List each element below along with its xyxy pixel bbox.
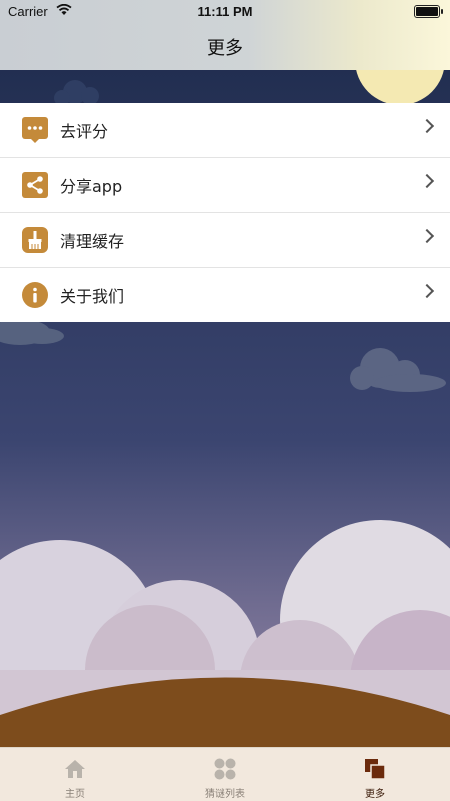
home-icon (65, 760, 85, 778)
more-menu-list: 去评分 分享app 清理缓存 关于我们 (0, 103, 450, 322)
header-bar: Carrier 11:11 PM 更多 (0, 0, 450, 70)
chevron-right-icon (419, 228, 435, 244)
menu-item-about[interactable]: 关于我们 (0, 268, 450, 322)
tab-home[interactable]: 主页 (0, 748, 150, 801)
menu-item-label: 分享app (60, 177, 123, 196)
menu-item-rate[interactable]: 去评分 (0, 103, 450, 158)
tab-riddle-list[interactable]: 猜谜列表 (150, 748, 300, 801)
menu-item-clear-cache[interactable]: 清理缓存 (0, 213, 450, 268)
menu-item-label: 去评分 (60, 122, 109, 141)
status-time: 11:11 PM (197, 4, 253, 19)
chevron-right-icon (419, 283, 435, 299)
more-squares-icon (365, 759, 386, 780)
comment-dots-icon (22, 117, 48, 143)
tab-label: 更多 (365, 789, 385, 800)
battery-icon (414, 5, 443, 18)
status-bar: Carrier 11:11 PM (0, 0, 450, 24)
tab-label: 主页 (65, 789, 85, 800)
info-icon (22, 282, 48, 308)
tab-label: 猜谜列表 (205, 789, 245, 800)
share-icon (22, 172, 48, 198)
page-title: 更多 (207, 38, 243, 59)
menu-item-label: 清理缓存 (60, 232, 125, 251)
tab-more[interactable]: 更多 (300, 748, 450, 801)
grid-icon (214, 758, 236, 780)
tab-bar: 主页 猜谜列表 更多 (0, 747, 450, 801)
menu-item-label: 关于我们 (60, 287, 125, 306)
broom-icon (22, 227, 48, 253)
menu-item-share[interactable]: 分享app (0, 158, 450, 213)
chevron-right-icon (419, 173, 435, 189)
chevron-right-icon (419, 118, 435, 134)
